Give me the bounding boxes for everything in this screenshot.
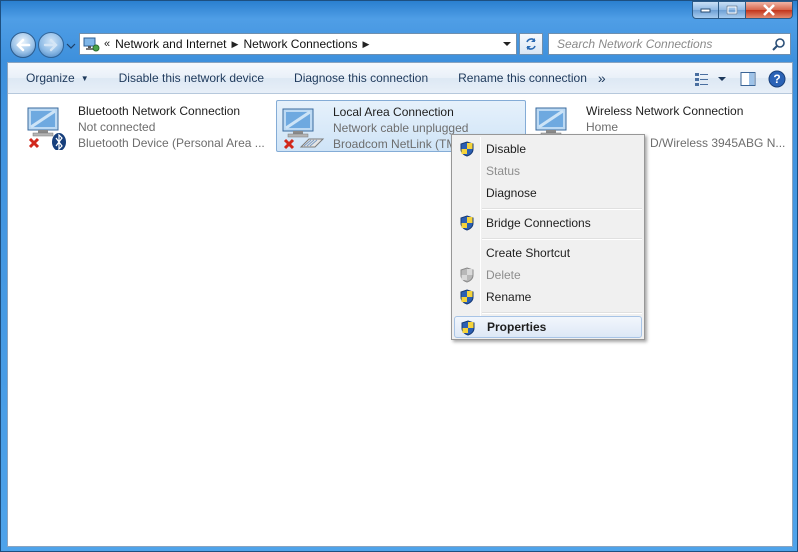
menu-item-label: Bridge Connections [486,216,591,230]
menu-item-label: Disable [486,142,527,156]
menu-item-label: Create Shortcut [486,246,571,260]
bluetooth-network-icon [27,107,66,150]
recent-pages-chevron-down-icon[interactable] [66,41,76,51]
uac-shield-icon [461,320,475,336]
disable-device-button[interactable]: Disable this network device [100,63,275,94]
uac-shield-icon [460,141,474,157]
navigation-bar: « Network and Internet ▶ Network Connect… [1,27,798,61]
minimize-icon [700,8,710,13]
close-button[interactable] [746,1,793,19]
menu-item-bridge-connections[interactable]: Bridge Connections [454,212,642,234]
search-icon[interactable] [772,37,786,51]
connection-status: Network cable unplugged [333,121,469,135]
menu-item-delete[interactable]: Delete [454,264,642,286]
menu-item-properties[interactable]: Properties [454,316,642,338]
connection-name: Local Area Connection [333,105,454,119]
rename-label: Rename this connection [458,71,587,85]
refresh-button[interactable] [519,33,543,55]
menu-separator [482,238,642,240]
menu-separator [482,312,642,314]
caption-buttons [692,1,793,19]
forward-button[interactable] [38,32,64,58]
menu-item-rename[interactable]: Rename [454,286,642,308]
preview-pane-icon[interactable] [738,71,758,87]
back-button[interactable] [10,32,36,58]
connection-device: Broadcom NetLink (TM [333,137,457,151]
connection-name: Bluetooth Network Connection [78,104,241,118]
uac-shield-icon [460,267,474,283]
connection-status: Home [586,120,619,134]
connection-text: Local Area Connection Network cable unpl… [333,104,468,152]
rename-button[interactable]: Rename this connection [439,63,598,94]
close-icon [763,4,775,16]
minimize-button[interactable] [692,1,719,19]
window-frame: « Network and Internet ▶ Network Connect… [0,0,798,552]
connection-status: Not connected [78,120,156,134]
diagnose-button[interactable]: Diagnose this connection [275,63,439,94]
breadcrumb-arrow-icon[interactable]: ▶ [232,39,239,50]
more-commands-button[interactable]: » [598,63,617,94]
menu-item-create-shortcut[interactable]: Create Shortcut [454,242,642,264]
connection-name: Wireless Network Connection [586,104,744,118]
organize-label: Organize [26,71,75,85]
menu-item-disable[interactable]: Disable [454,138,642,160]
menu-item-status[interactable]: Status [454,160,642,182]
connection-device: Bluetooth Device (Personal Area ... [78,136,265,150]
command-bar: Organize ▼ Disable this network device D… [8,63,792,94]
breadcrumb-overflow[interactable]: « [104,38,110,50]
breadcrumb-arrow-icon[interactable]: ▶ [363,39,370,50]
back-arrow-icon [16,38,31,52]
disable-device-label: Disable this network device [118,71,265,85]
ethernet-network-icon [282,108,325,150]
maximize-icon [726,5,738,15]
diagnose-label: Diagnose this connection [294,71,429,85]
svg-text:?: ? [773,72,780,86]
uac-shield-icon [460,289,474,305]
menu-separator [482,208,642,210]
menu-item-label: Status [486,164,521,178]
menu-item-label: Diagnose [486,186,537,200]
address-bar[interactable]: « Network and Internet ▶ Network Connect… [79,33,517,55]
breadcrumb-network-and-internet[interactable]: Network and Internet [115,37,226,51]
search-placeholder: Search Network Connections [557,37,713,51]
more-commands-label: » [597,70,606,86]
network-folder-icon [83,37,100,52]
uac-shield-icon [460,215,474,231]
connection-text: Bluetooth Network Connection Not connect… [78,103,265,151]
menu-item-label: Properties [487,320,547,334]
refresh-icon [526,38,536,50]
help-icon[interactable]: ? [768,70,786,88]
content-pane: Organize ▼ Disable this network device D… [7,62,793,547]
context-menu: Disable Status Diagnose Bridge Connectio… [451,134,645,340]
view-controls: ? [694,63,786,94]
change-view-icon[interactable] [694,71,728,87]
forward-arrow-icon [43,38,58,52]
search-input[interactable]: Search Network Connections [548,33,791,55]
menu-item-label: Delete [486,268,521,282]
maximize-button[interactable] [719,1,746,19]
breadcrumb-network-connections[interactable]: Network Connections [243,37,357,51]
chevron-down-icon: ▼ [80,73,89,83]
menu-item-label: Rename [486,290,532,304]
connection-item-bluetooth[interactable]: Bluetooth Network Connection Not connect… [22,100,265,152]
organize-button[interactable]: Organize ▼ [8,63,100,94]
address-dropdown-icon[interactable] [502,40,512,48]
menu-item-diagnose[interactable]: Diagnose [454,182,642,204]
